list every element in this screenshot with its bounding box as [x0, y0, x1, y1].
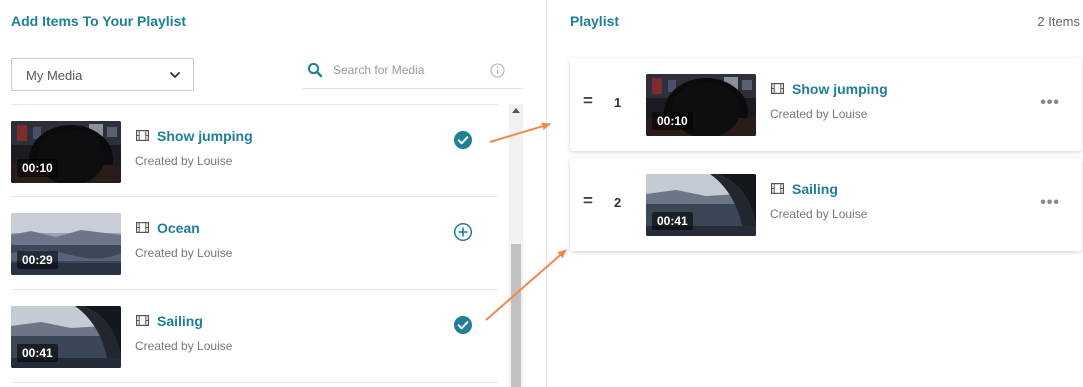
media-search	[303, 55, 523, 89]
film-icon	[136, 315, 149, 326]
playlist-title: Playlist	[570, 13, 620, 29]
film-icon	[771, 83, 784, 94]
media-filter-value: My Media	[26, 68, 83, 83]
media-creator: Created by Louise	[135, 154, 233, 168]
media-filter-dropdown[interactable]: My Media	[11, 58, 194, 91]
check-circle-icon[interactable]	[453, 130, 473, 150]
scroll-up-arrow-icon[interactable]	[512, 108, 520, 113]
playlist-panel: Playlist 2 Items = 1 00:10 Show jumping …	[547, 0, 1083, 387]
video-thumbnail[interactable]: 00:29	[11, 213, 121, 275]
media-item: 00:41 Sailing Created by Louise	[11, 290, 498, 383]
search-input[interactable]	[333, 60, 493, 80]
playlist-item-title[interactable]: Sailing	[792, 181, 838, 197]
more-icon[interactable]: •••	[1040, 194, 1060, 212]
media-item: 00:29 Ocean Created by Louise	[11, 197, 498, 290]
video-thumbnail[interactable]: 00:10	[11, 121, 121, 183]
playlist-item-title[interactable]: Show jumping	[792, 81, 888, 97]
duration-badge: 00:29	[17, 251, 58, 269]
video-thumbnail[interactable]: 00:10	[646, 74, 756, 136]
media-creator: Created by Louise	[135, 246, 233, 260]
duration-badge: 00:41	[17, 344, 58, 362]
playlist-item-index: 2	[614, 195, 622, 210]
duration-badge: 00:41	[652, 212, 693, 230]
media-title[interactable]: Sailing	[157, 313, 203, 329]
playlist-item-index: 1	[614, 95, 622, 110]
add-items-title: Add Items To Your Playlist	[11, 13, 187, 29]
duration-badge: 00:10	[652, 112, 693, 130]
media-title[interactable]: Show jumping	[157, 128, 253, 144]
playlist-item-count: 2 Items	[1037, 14, 1080, 29]
search-icon[interactable]	[307, 62, 323, 78]
add-items-panel: Add Items To Your Playlist My Media Sear…	[0, 0, 534, 387]
media-list-scrollbar[interactable]	[509, 104, 523, 387]
film-icon	[136, 130, 149, 141]
playlist-item-creator: Created by Louise	[770, 207, 868, 221]
drag-handle-icon[interactable]: =	[583, 91, 593, 111]
video-thumbnail[interactable]: 00:41	[646, 174, 756, 236]
info-icon[interactable]	[490, 63, 505, 78]
media-item: 00:10 Show jumping Created by Louise	[11, 104, 498, 197]
more-icon[interactable]: •••	[1040, 94, 1060, 112]
media-list: 00:10 Show jumping Created by Louise 00:…	[11, 104, 523, 387]
playlist-item[interactable]: = 2 00:41 Sailing Created by Louise •••	[570, 158, 1082, 251]
film-icon	[771, 183, 784, 194]
drag-handle-icon[interactable]: =	[583, 191, 593, 211]
duration-badge: 00:10	[17, 159, 58, 177]
media-creator: Created by Louise	[135, 339, 233, 353]
plus-circle-icon[interactable]	[453, 222, 473, 242]
video-thumbnail[interactable]: 00:41	[11, 306, 121, 368]
playlist-item-creator: Created by Louise	[770, 107, 868, 121]
playlist-item[interactable]: = 1 00:10 Show jumping Created by Louise…	[570, 58, 1082, 151]
scrollbar-thumb[interactable]	[511, 244, 521, 387]
chevron-down-icon	[170, 72, 180, 78]
check-circle-icon[interactable]	[453, 315, 473, 335]
film-icon	[136, 222, 149, 233]
media-title[interactable]: Ocean	[157, 220, 200, 236]
